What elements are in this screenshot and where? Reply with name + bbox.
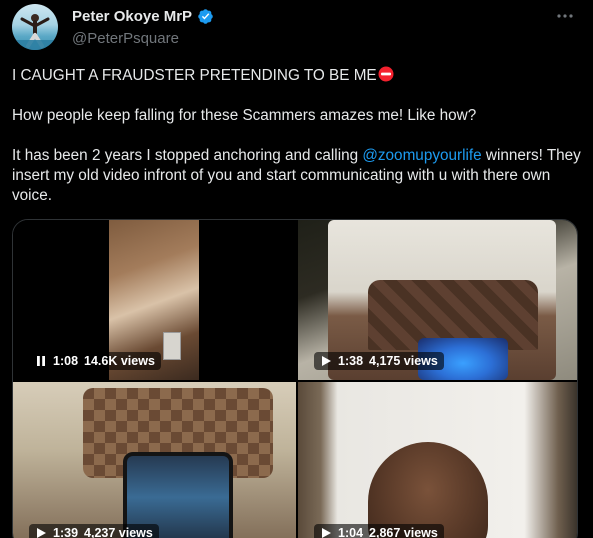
video-2-duration: 1:38: [338, 354, 364, 368]
video-1-views: 14.6K views: [84, 354, 155, 368]
video-1[interactable]: 1:08 14.6K views: [13, 220, 296, 380]
mention-link[interactable]: @zoomupyourlife: [362, 147, 481, 164]
author-name[interactable]: Peter Okoye MrP: [72, 8, 192, 25]
play-icon[interactable]: [320, 527, 332, 538]
tweet-line-1-text: I CAUGHT A FRAUDSTER PRETENDING TO BE ME: [12, 67, 377, 84]
no-entry-emoji-icon: [378, 66, 394, 82]
video-4[interactable]: 1:04 2,867 views: [298, 382, 577, 538]
play-icon[interactable]: [35, 527, 47, 538]
avatar-photo: [12, 14, 58, 50]
verified-badge-icon[interactable]: [197, 8, 214, 25]
author-block: Peter Okoye MrP @PeterPsquare: [72, 6, 214, 47]
video-4-duration: 1:04: [338, 526, 364, 538]
video-1-pip: [163, 332, 181, 360]
video-2[interactable]: 1:38 4,175 views: [298, 220, 577, 380]
media-grid: 1:08 14.6K views 1:38 4,175 views 1:39 4…: [12, 219, 578, 538]
tweet-line-3-prefix: It has been 2 years I stopped anchoring …: [12, 147, 363, 164]
author-handle[interactable]: @PeterPsquare: [72, 30, 214, 47]
video-1-duration: 1:08: [53, 354, 79, 368]
video-3-duration: 1:39: [53, 526, 79, 538]
tweet-text: I CAUGHT A FRAUDSTER PRETENDING TO BE ME…: [12, 66, 582, 206]
tweet-card[interactable]: Peter Okoye MrP @PeterPsquare I CAUGHT A…: [0, 0, 593, 538]
video-2-overlay: 1:38 4,175 views: [314, 352, 444, 370]
author-name-row: Peter Okoye MrP: [72, 6, 214, 26]
avatar[interactable]: [12, 4, 58, 50]
tweet-line-2: How people keep falling for these Scamme…: [12, 107, 477, 124]
tweet-line-3: It has been 2 years I stopped anchoring …: [12, 146, 582, 206]
video-3-views: 4,237 views: [84, 526, 153, 538]
video-3[interactable]: 1:39 4,237 views: [13, 382, 296, 538]
play-icon[interactable]: [320, 355, 332, 367]
video-1-overlay: 1:08 14.6K views: [29, 352, 161, 370]
video-4-overlay: 1:04 2,867 views: [314, 524, 444, 538]
pause-icon[interactable]: [35, 355, 47, 367]
video-2-views: 4,175 views: [369, 354, 438, 368]
more-options-icon[interactable]: [555, 8, 575, 24]
tweet-line-1: I CAUGHT A FRAUDSTER PRETENDING TO BE ME: [12, 66, 582, 86]
video-3-overlay: 1:39 4,237 views: [29, 524, 159, 538]
video-4-views: 2,867 views: [369, 526, 438, 538]
